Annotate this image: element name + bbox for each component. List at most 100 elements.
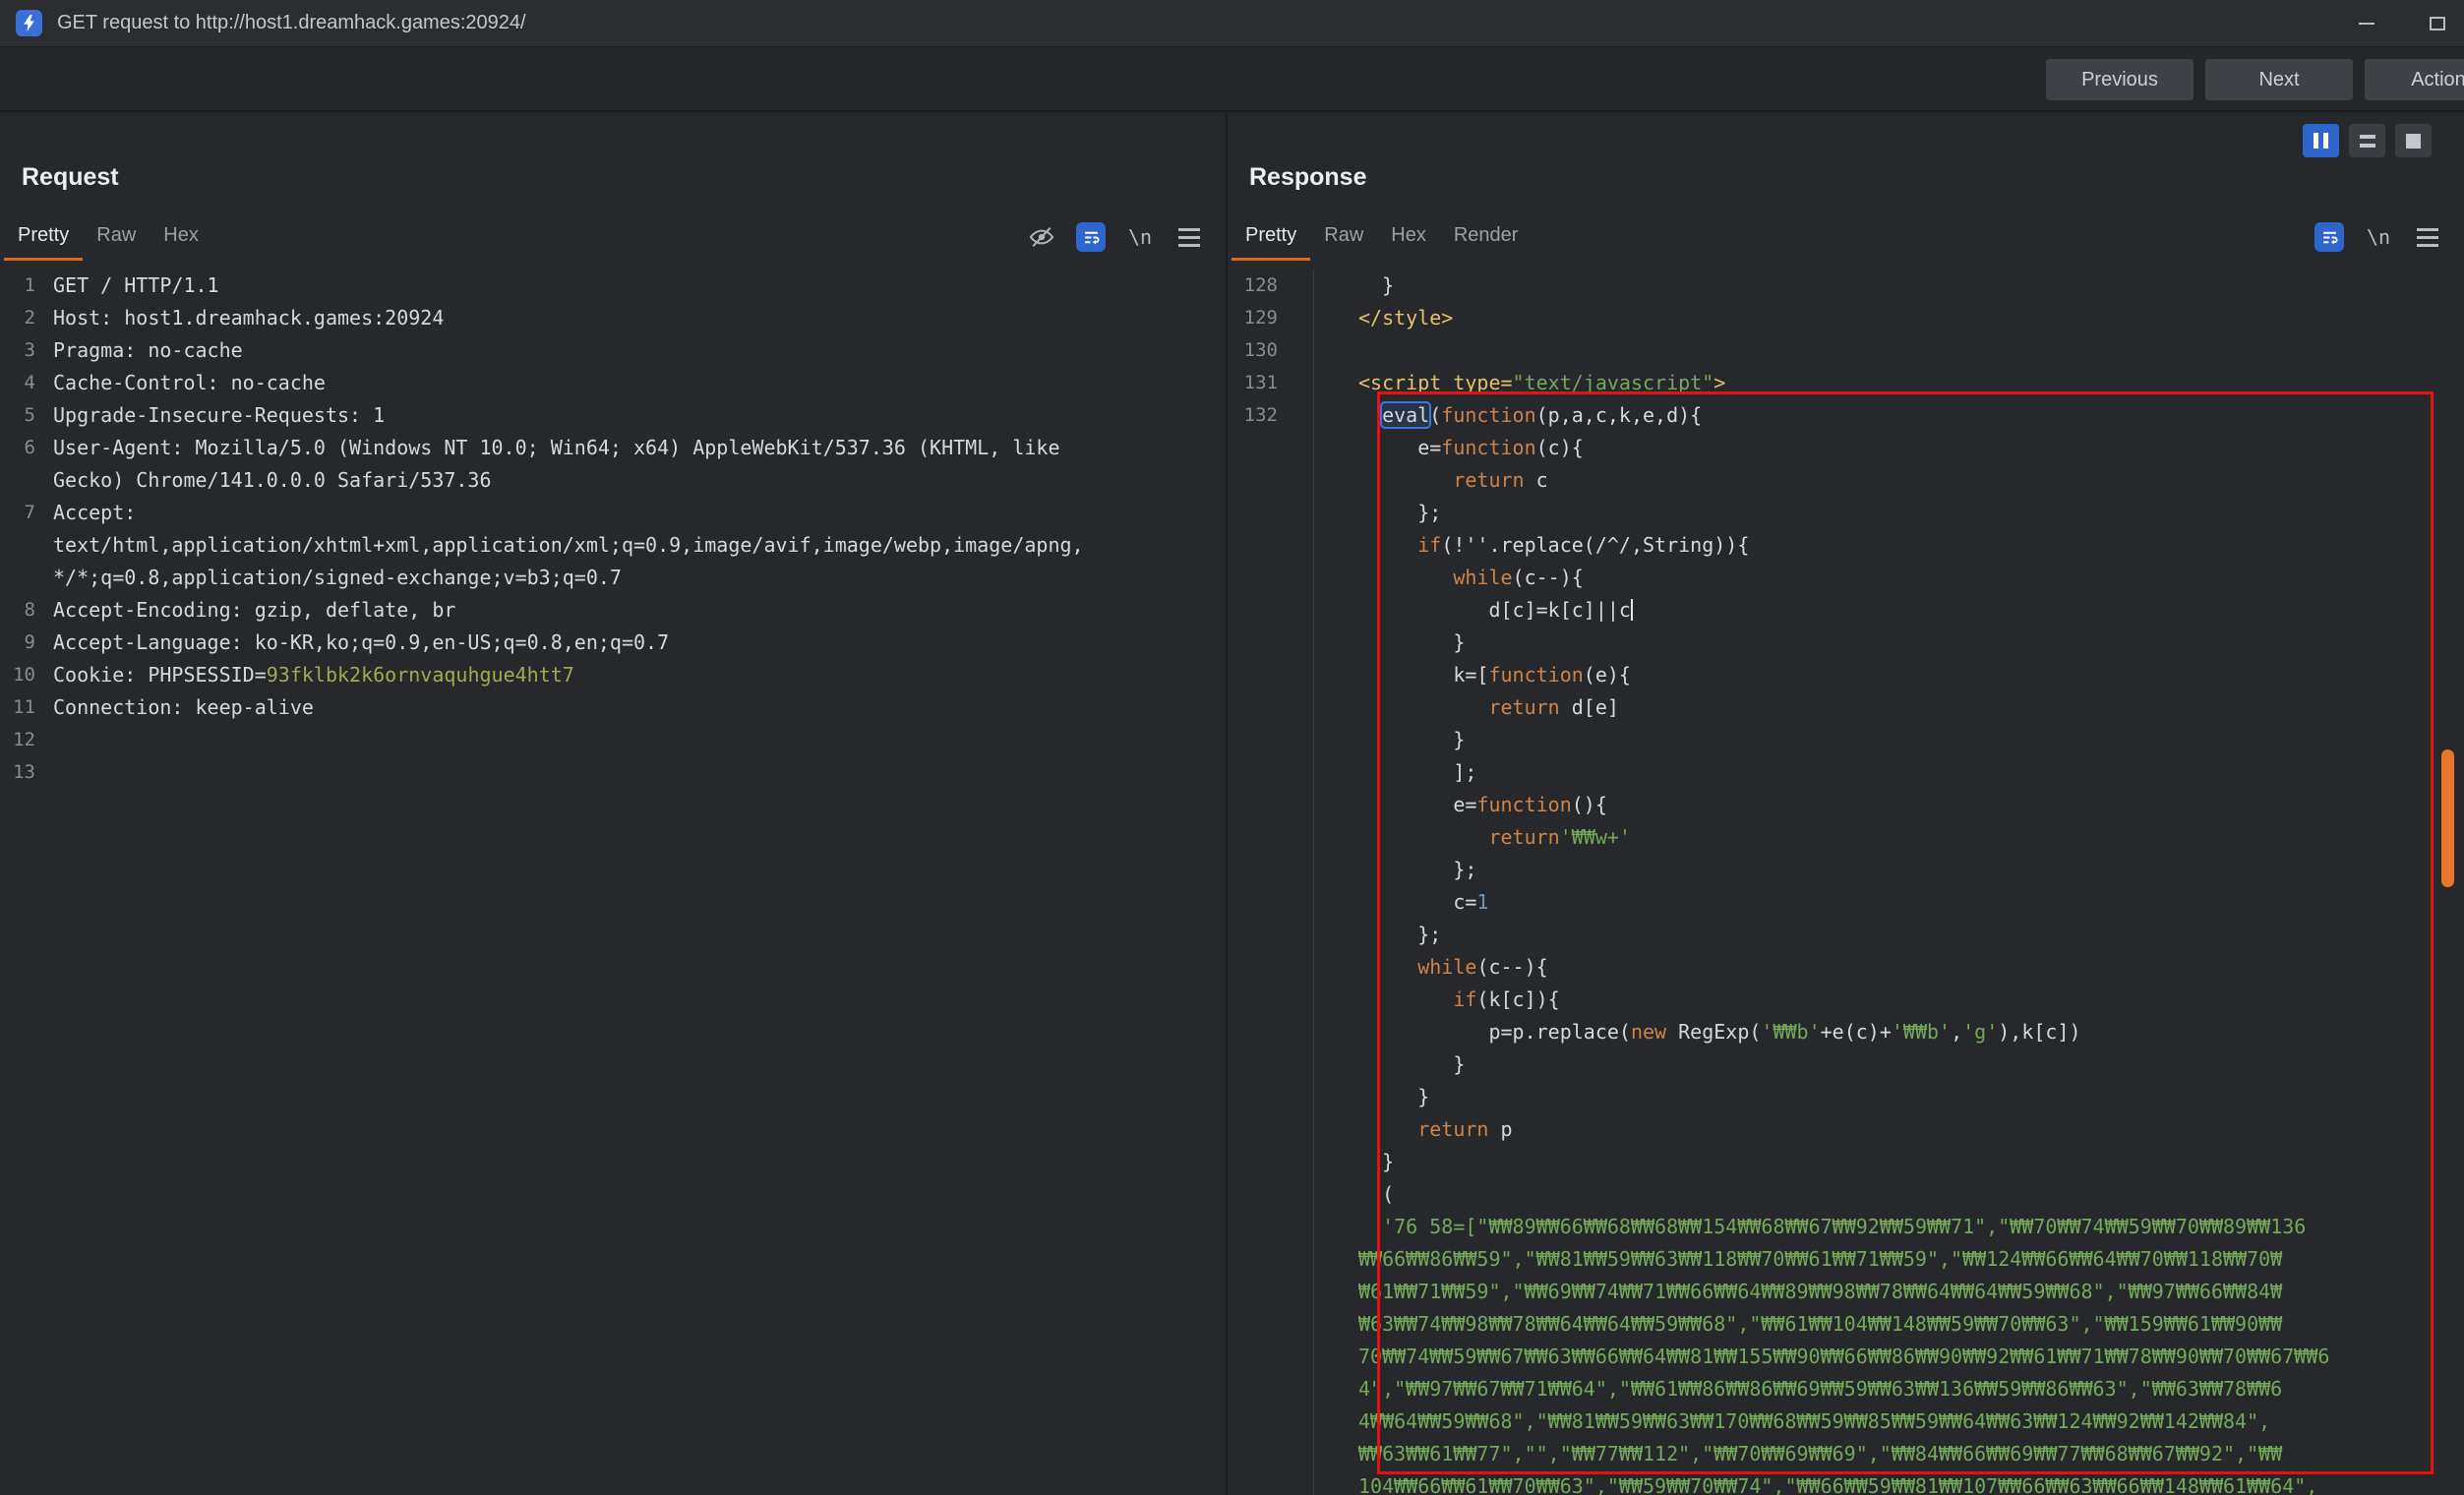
newline-toggle-button[interactable]: \n [1125,222,1155,252]
line-number: 10 [0,659,43,691]
window-title: GET request to http://host1.dreamhack.ga… [57,12,526,34]
single-pane-icon [2406,134,2421,149]
tab-pretty[interactable]: Pretty [4,216,83,261]
response-editor[interactable]: 128 }129</style>130131<script type="text… [1228,264,2464,1495]
layout-single-button[interactable] [2395,124,2432,157]
minimize-icon [2359,23,2374,25]
line-number [1228,789,1314,821]
line-number: 13 [0,756,43,789]
code-line: 131<script type="text/javascript"> [1228,367,2464,399]
editor-menu-button[interactable] [2413,222,2442,252]
code-line: } [1228,724,2464,756]
split-rows-icon [2360,135,2375,148]
code-line: }; [1228,854,2464,886]
line-number [1228,1438,1314,1470]
line-number: 130 [1228,334,1314,367]
next-button[interactable]: Next [2205,59,2353,100]
code-line: 130 [1228,334,2464,367]
minimize-button[interactable] [2354,11,2379,36]
code-line: 104₩₩66₩₩61₩₩70₩₩63","₩₩59₩₩70₩₩74","₩₩6… [1228,1470,2464,1495]
code-line: }; [1228,497,2464,529]
word-wrap-button[interactable] [1076,222,1106,252]
line-number [1228,464,1314,497]
line-number [1228,594,1314,627]
tab-hex[interactable]: Hex [1377,216,1440,261]
line-number: 3 [0,334,43,367]
tab-render[interactable]: Render [1440,216,1532,261]
action-button[interactable]: Action [2365,59,2464,100]
editor-menu-button[interactable] [1174,222,1204,252]
code-line: 4Cache-Control: no-cache [0,367,1226,399]
word-wrap-icon [1082,228,1101,247]
line-number [1228,432,1314,464]
hide-nonprintable-icon [1028,223,1055,251]
menu-icon [1178,228,1200,247]
code-line: ₩₩66₩₩86₩₩59","₩₩81₩₩59₩₩63₩₩118₩₩70₩₩61… [1228,1243,2464,1276]
code-line: ₩61₩₩71₩₩59","₩₩69₩₩74₩₩71₩₩66₩₩64₩₩89₩₩… [1228,1276,2464,1308]
layout-controls [2303,124,2432,157]
request-panel-title: Request [22,163,119,192]
code-line: 1GET / HTTP/1.1 [0,269,1226,302]
line-number [1228,529,1314,562]
line-number: 8 [0,594,43,627]
line-number [1228,1048,1314,1081]
newline-toggle-button[interactable]: \n [2364,222,2393,252]
code-line: '76 58=["₩₩89₩₩66₩₩68₩₩68₩₩154₩₩68₩₩67₩₩… [1228,1211,2464,1243]
code-line: 11Connection: keep-alive [0,691,1226,724]
maximize-button[interactable] [2425,11,2450,36]
code-line: 4₩₩64₩₩59₩₩68","₩₩81₩₩59₩₩63₩₩170₩₩68₩₩5… [1228,1405,2464,1438]
request-panel: Request PrettyRawHex \n 1GET / [0,114,1226,1495]
menu-icon [2417,228,2438,247]
line-number [1228,497,1314,529]
code-line: 6User-Agent: Mozilla/5.0 (Windows NT 10.… [0,432,1226,464]
line-number [1228,1373,1314,1405]
request-editor[interactable]: 1GET / HTTP/1.12Host: host1.dreamhack.ga… [0,264,1226,1495]
word-wrap-button[interactable] [2314,222,2344,252]
code-line: 129</style> [1228,302,2464,334]
code-line: k=[function(e){ [1228,659,2464,691]
code-line: while(c--){ [1228,562,2464,594]
code-line: 9Accept-Language: ko-KR,ko;q=0.9,en-US;q… [0,627,1226,659]
line-number: 4 [0,367,43,399]
code-line: 4","₩₩97₩₩67₩₩71₩₩64","₩₩61₩₩86₩₩86₩₩69₩… [1228,1373,2464,1405]
layout-rows-button[interactable] [2349,124,2385,157]
hide-nonprintable-button[interactable] [1027,222,1056,252]
line-number [1228,691,1314,724]
line-number [1228,659,1314,691]
scrollbar-thumb[interactable] [2441,749,2454,887]
line-number [1228,1081,1314,1113]
code-line: }; [1228,919,2464,951]
code-line: c=1 [1228,886,2464,919]
newline-icon: \n [2367,225,2390,249]
word-wrap-icon [2320,228,2339,247]
code-line: Gecko) Chrome/141.0.0.0 Safari/537.36 [0,464,1226,497]
line-number [1228,1113,1314,1146]
code-line: 7Accept: [0,497,1226,529]
action-toolbar: Previous Next Action [0,47,2464,112]
titlebar: GET request to http://host1.dreamhack.ga… [0,0,2464,47]
line-number [0,562,43,594]
line-number: 1 [0,269,43,302]
code-line: if(k[c]){ [1228,984,2464,1016]
code-line: */*;q=0.8,application/signed-exchange;v=… [0,562,1226,594]
code-line: p=p.replace(new RegExp('₩₩b'+e(c)+'₩₩b',… [1228,1016,2464,1048]
line-number: 12 [0,724,43,756]
line-number [1228,821,1314,854]
code-line: 12 [0,724,1226,756]
search-highlight-eval: eval [1382,403,1429,427]
tab-raw[interactable]: Raw [83,216,150,261]
line-number [1228,919,1314,951]
line-number: 6 [0,432,43,464]
previous-button[interactable]: Previous [2046,59,2194,100]
line-number [1228,854,1314,886]
tab-pretty[interactable]: Pretty [1232,216,1310,261]
code-line: 70₩₩74₩₩59₩₩67₩₩63₩₩66₩₩64₩₩81₩₩155₩₩90₩… [1228,1341,2464,1373]
response-tabrow: PrettyRawHexRender \n [1228,214,2464,262]
line-number [1228,756,1314,789]
layout-columns-button[interactable] [2303,124,2339,157]
tab-raw[interactable]: Raw [1310,216,1377,261]
code-line: 8Accept-Encoding: gzip, deflate, br [0,594,1226,627]
line-number: 9 [0,627,43,659]
tab-hex[interactable]: Hex [150,216,212,261]
code-line: 10Cookie: PHPSESSID=93fklbk2k6ornvaquhgu… [0,659,1226,691]
